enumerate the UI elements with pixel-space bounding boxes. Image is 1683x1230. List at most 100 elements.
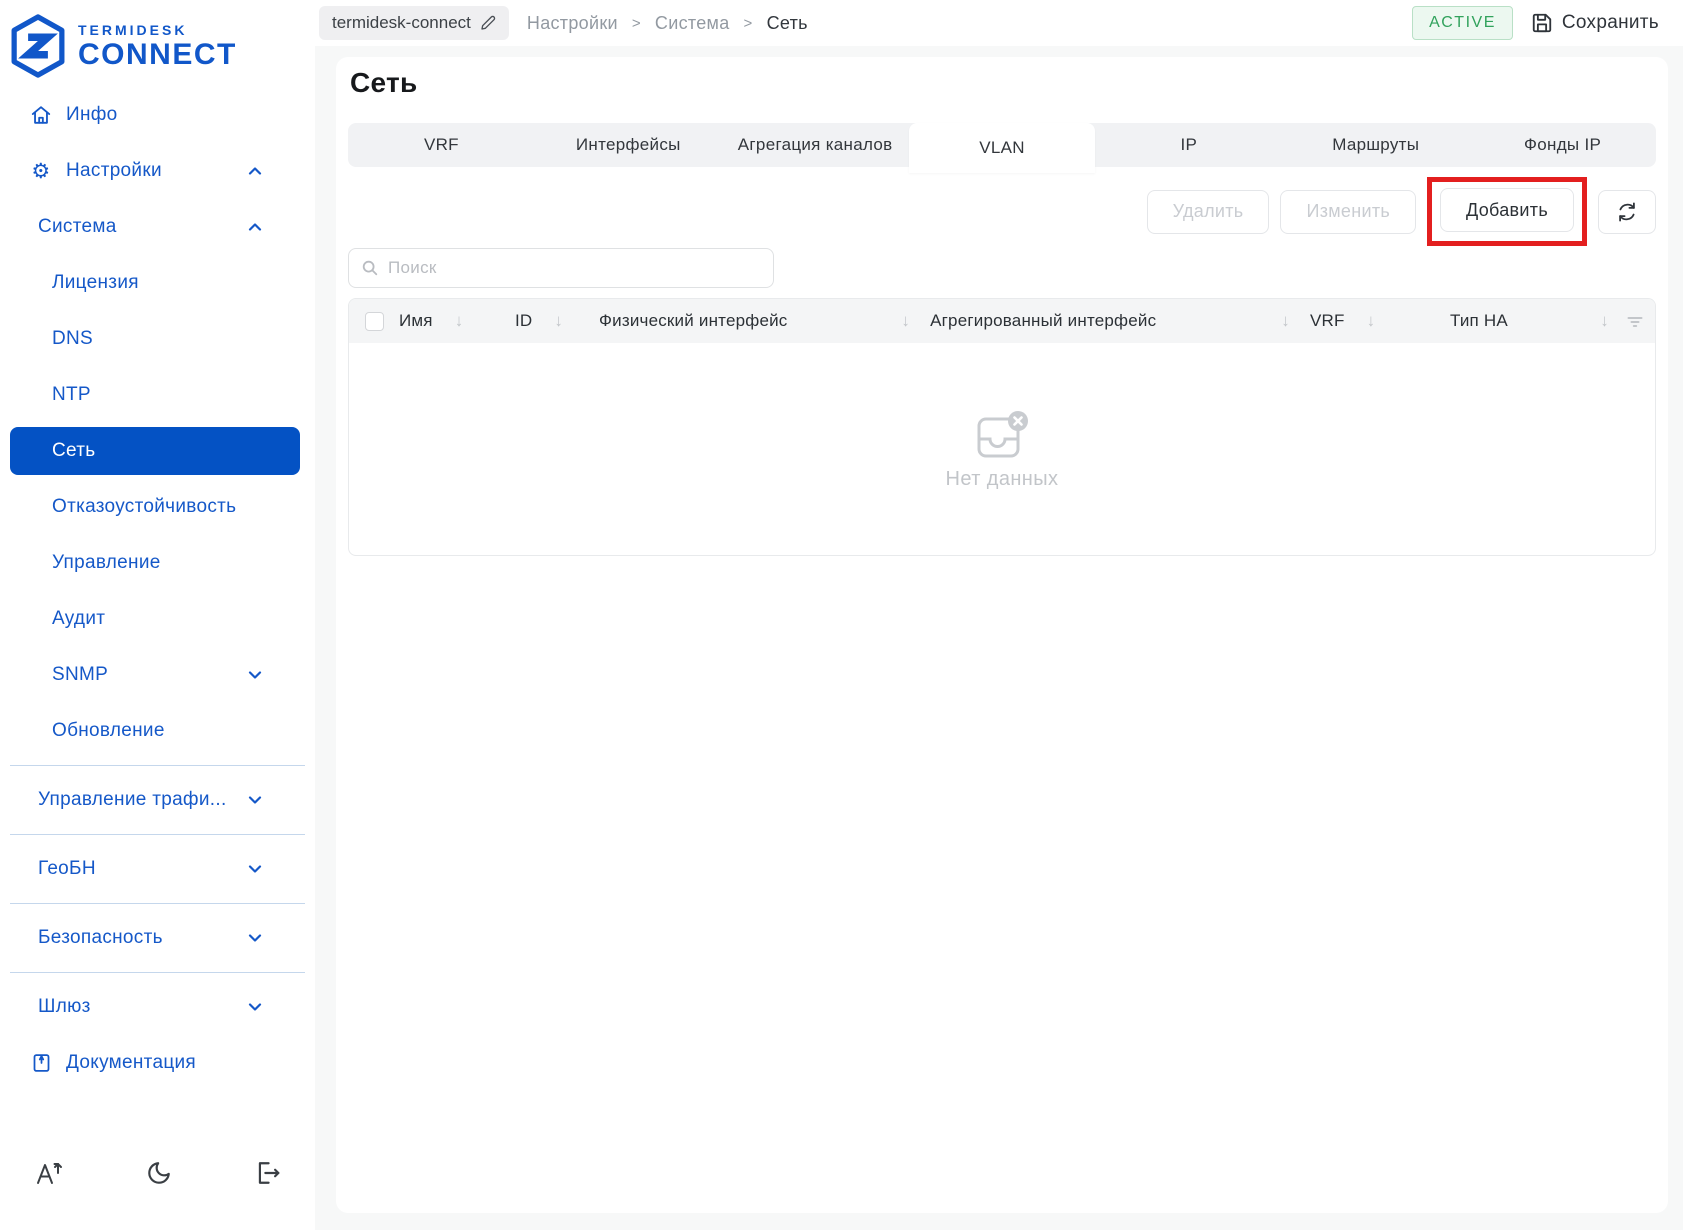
sort-icon[interactable]: ↓ <box>1600 311 1609 331</box>
sort-icon[interactable]: ↓ <box>1367 311 1376 331</box>
empty-state-label: Нет данных <box>945 467 1059 490</box>
sidebar-item-label: Управление трафи... <box>38 789 227 810</box>
home-icon <box>30 104 52 126</box>
sidebar-item-system[interactable]: Система <box>0 199 315 255</box>
chevron-down-icon <box>245 997 265 1017</box>
toolbar: Удалить Изменить Добавить <box>348 177 1656 246</box>
breadcrumb-separator: > <box>743 14 753 32</box>
save-button[interactable]: Сохранить <box>1531 12 1659 34</box>
sidebar-item-failover[interactable]: Отказоустойчивость <box>0 479 315 535</box>
sidebar-item-label: NTP <box>52 384 91 405</box>
search-icon <box>361 259 379 277</box>
floppy-save-icon <box>1531 12 1553 34</box>
hostname-chip[interactable]: termidesk-connect <box>319 6 509 40</box>
sidebar-item-label: DNS <box>52 328 94 349</box>
sidebar-item-audit[interactable]: Аудит <box>0 591 315 647</box>
sidebar-item-label: Инфо <box>66 104 118 125</box>
brand-name-bottom: CONNECT <box>78 37 237 71</box>
no-data-icon <box>975 410 1029 460</box>
refresh-button[interactable] <box>1598 189 1656 234</box>
divider <box>10 903 305 904</box>
sidebar-item-label: Настройки <box>66 160 162 181</box>
brand-text: TERMIDESK CONNECT <box>78 23 237 70</box>
sort-icon[interactable]: ↓ <box>1281 311 1290 331</box>
topbar: termidesk-connect Настройки > Система > … <box>315 0 1683 46</box>
sort-icon[interactable]: ↓ <box>455 311 464 331</box>
chevron-down-icon <box>245 790 265 810</box>
termidesk-logo-icon <box>8 14 68 78</box>
tab-ip[interactable]: IP <box>1095 123 1282 167</box>
sidebar-item-settings[interactable]: ⚙ Настройки <box>0 143 315 199</box>
status-badge: ACTIVE <box>1412 6 1513 40</box>
dark-mode-moon-icon[interactable] <box>146 1160 172 1186</box>
edit-pencil-icon[interactable] <box>480 15 496 31</box>
sidebar-item-license[interactable]: Лицензия <box>0 255 315 311</box>
sidebar-item-label: Безопасность <box>38 927 163 948</box>
sidebar-item-documentation[interactable]: Документация <box>0 1035 315 1091</box>
sort-icon[interactable]: ↓ <box>901 311 910 331</box>
breadcrumb-settings[interactable]: Настройки <box>527 13 618 34</box>
brand-logo[interactable]: TERMIDESK CONNECT <box>0 0 315 86</box>
table-body: Нет данных <box>349 343 1655 555</box>
sidebar-item-label: Лицензия <box>52 272 139 293</box>
chevron-up-icon <box>245 161 265 181</box>
tab-vlan[interactable]: VLAN <box>908 123 1096 173</box>
topbar-right: ACTIVE Сохранить <box>1412 6 1659 40</box>
logout-icon[interactable] <box>254 1160 281 1186</box>
sidebar-item-label: SNMP <box>52 664 109 685</box>
sidebar-item-management[interactable]: Управление <box>0 535 315 591</box>
tab-link-aggregation[interactable]: Агрегация каналов <box>722 123 909 167</box>
sidebar-item-label: Отказоустойчивость <box>52 496 237 517</box>
divider <box>10 972 305 973</box>
sidebar-item-network[interactable]: Сеть <box>10 427 300 475</box>
add-button[interactable]: Добавить <box>1440 188 1574 232</box>
sidebar-item-update[interactable]: Обновление <box>0 703 315 759</box>
sidebar-item-geobn[interactable]: ГеоБН <box>0 841 315 897</box>
sidebar-item-label: Документация <box>66 1052 197 1073</box>
chevron-down-icon <box>245 928 265 948</box>
tab-interfaces[interactable]: Интерфейсы <box>535 123 722 167</box>
edit-button[interactable]: Изменить <box>1280 189 1417 234</box>
breadcrumb-network: Сеть <box>766 12 808 33</box>
sidebar-item-label: Сеть <box>52 440 96 461</box>
column-header-ha-type: Тип HA <box>1450 311 1508 330</box>
sidebar-item-traffic[interactable]: Управление трафи... <box>0 772 315 828</box>
column-header-name: Имя <box>399 311 433 330</box>
chevron-down-icon <box>245 665 265 685</box>
search-box <box>348 248 774 288</box>
sidebar-item-label: Аудит <box>52 608 106 629</box>
book-icon <box>30 1052 52 1074</box>
delete-button[interactable]: Удалить <box>1146 189 1270 234</box>
vlan-table: Имя ↓ ID ↓ Физический интерфейс ↓ Агреги… <box>348 298 1656 556</box>
tab-vrf[interactable]: VRF <box>348 123 535 167</box>
sidebar-item-ntp[interactable]: NTP <box>0 367 315 423</box>
tab-routes[interactable]: Маршруты <box>1282 123 1469 167</box>
column-header-physical-interface: Физический интерфейс <box>599 311 788 330</box>
column-header-aggregated-interface: Агрегированный интерфейс <box>930 311 1157 330</box>
page-title: Сеть <box>350 67 418 98</box>
sort-icon[interactable]: ↓ <box>554 311 563 331</box>
save-button-label: Сохранить <box>1561 12 1659 33</box>
table-header: Имя ↓ ID ↓ Физический интерфейс ↓ Агреги… <box>349 299 1655 343</box>
sidebar-item-label: Система <box>38 216 117 237</box>
hostname-label: termidesk-connect <box>332 13 471 32</box>
tab-bar: VRF Интерфейсы Агрегация каналов VLAN IP… <box>348 123 1656 173</box>
sidebar-item-dns[interactable]: DNS <box>0 311 315 367</box>
search-input[interactable] <box>388 258 761 278</box>
filter-icon[interactable] <box>1625 311 1645 331</box>
select-all-checkbox[interactable] <box>364 311 384 331</box>
sidebar-item-security[interactable]: Безопасность <box>0 910 315 966</box>
sidebar-item-snmp[interactable]: SNMP <box>0 647 315 703</box>
empty-state: Нет данных <box>946 410 1059 491</box>
tab-ip-pools[interactable]: Фонды IP <box>1469 123 1656 167</box>
annotation-highlight-box: Добавить <box>1427 177 1587 246</box>
sidebar-item-gateway[interactable]: Шлюз <box>0 979 315 1035</box>
column-header-vrf: VRF <box>1310 311 1345 330</box>
sidebar-item-label: ГеоБН <box>38 858 96 879</box>
sidebar-item-label: Обновление <box>52 720 165 741</box>
column-header-id: ID <box>515 311 533 330</box>
font-size-icon[interactable] <box>34 1159 64 1187</box>
breadcrumb-system[interactable]: Система <box>655 13 730 34</box>
chevron-down-icon <box>245 859 265 879</box>
sidebar-item-info[interactable]: Инфо <box>0 87 315 143</box>
